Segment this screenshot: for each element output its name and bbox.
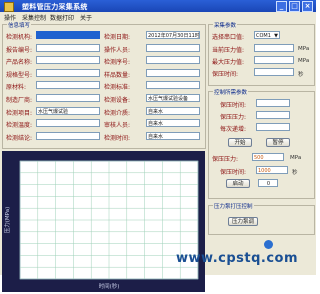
info-label-2-left: 产品名称: [6, 59, 33, 67]
info-label-4-right: 检测标准: [104, 84, 131, 92]
info-field-3-right[interactable] [146, 68, 200, 77]
port-label: 选择串口值: [212, 34, 245, 41]
chart-svg: 时间(秒) 压力(MPa) [3, 160, 199, 290]
info-label-5-right: 检测设备: [104, 97, 131, 104]
pressure-chart: 时间(秒) 压力(MPa) [2, 151, 205, 292]
info-field-4-left[interactable] [36, 81, 100, 90]
hold-time-label: 保压时间: [220, 169, 247, 176]
info-label-7-left: 检测温度: [6, 122, 33, 130]
pump-control-legend: 压力泵打压控制 [213, 202, 254, 210]
info-field-5-right[interactable]: 水压气爆试验设备 [146, 94, 200, 102]
info-label-6-left: 检测项目: [6, 109, 33, 117]
hold-pressure-unit: MPa [290, 155, 302, 161]
info-label-4-left: 原材料: [6, 84, 27, 92]
info-field-0-right[interactable]: 2012年07月30日11时06分 [146, 31, 200, 39]
info-field-7-right[interactable]: 自来水 [146, 119, 200, 128]
param-field-current[interactable] [254, 44, 294, 52]
main-area: 信息填写 采集参数 选择串口值: COM1 ▼ 当前压力值: MPa 最大压力值… [0, 21, 316, 292]
control-params-legend: 控制所需参数 [213, 88, 249, 96]
ctrl-label-0: 保压时间: [220, 102, 247, 109]
info-field-0-left[interactable] [36, 31, 100, 39]
info-field-1-left[interactable] [36, 43, 100, 52]
title-bar: 塑料管压力采集系统 _ □ × [0, 0, 316, 12]
hold-time-unit: 秒 [292, 170, 298, 176]
info-field-6-right[interactable]: 自来水 [146, 106, 200, 115]
hold-time-value: 1000 [258, 168, 271, 174]
info-field-5-left[interactable] [36, 94, 100, 102]
info-field-6-left[interactable]: 水压气爆试验 [36, 106, 100, 115]
info-label-1-left: 报告编号: [6, 46, 33, 54]
ctrl-label-1: 保压压力: [220, 114, 247, 121]
port-value: COM1 [256, 33, 271, 39]
ctrl-label-2: 每次递增: [220, 126, 247, 133]
param-field-hold[interactable] [254, 68, 294, 76]
close-button[interactable]: × [302, 1, 313, 12]
info-label-0-left: 检测机构: [6, 34, 33, 41]
x-axis-label: 时间(秒) [99, 282, 120, 290]
info-label-0-right: 检测日期: [104, 34, 131, 41]
pump-control-group: 压力泵打压控制 [208, 202, 315, 235]
minimize-button[interactable]: _ [276, 1, 287, 12]
info-field-3-left[interactable] [36, 68, 100, 77]
info-field-1-right[interactable] [146, 43, 200, 52]
param-label-hold: 保压时间: [212, 71, 239, 78]
info-label-2-right: 检测序号: [104, 59, 131, 67]
pump-button[interactable]: 压力泵调 [228, 217, 258, 226]
hold-pressure-value: 500 [254, 155, 264, 161]
ctrl-field-2[interactable] [256, 123, 290, 131]
app-icon [4, 2, 14, 12]
start-button[interactable]: 开始 [228, 138, 252, 147]
param-field-max[interactable] [254, 56, 294, 64]
launch-button[interactable]: 启动 [226, 179, 250, 188]
info-field-2-right[interactable] [146, 56, 200, 65]
param-label-current: 当前压力值: [212, 47, 245, 54]
chevron-down-icon: ▼ [274, 33, 278, 39]
param-unit-hold: 秒 [298, 72, 304, 78]
param-label-max: 最大压力值: [212, 59, 245, 66]
info-field-8-right[interactable]: 自来水 [146, 131, 200, 140]
globe-icon [264, 240, 273, 249]
window-title: 塑料管压力采集系统 [22, 3, 88, 11]
y-axis-label: 压力(MPa) [3, 207, 11, 233]
info-label-8-right: 检测时间: [104, 134, 131, 142]
param-unit-max: MPa [298, 58, 310, 64]
info-label-3-left: 规格型号: [6, 71, 33, 79]
info-label-1-right: 操作人员: [104, 46, 131, 54]
info-label-7-right: 审核人员: [104, 122, 131, 130]
info-field-4-right[interactable] [146, 81, 200, 90]
hold-pressure-label: 保压压力: [212, 156, 239, 163]
launch-value-field[interactable]: 0 [258, 179, 278, 187]
capture-params-legend: 采集参数 [213, 21, 238, 29]
info-field-2-left[interactable] [36, 56, 100, 65]
info-field-7-left[interactable] [36, 119, 100, 128]
info-label-3-right: 样品数量: [104, 71, 131, 79]
hold-time-field[interactable]: 1000 [256, 166, 288, 174]
pause-button[interactable]: 暂停 [266, 138, 290, 147]
info-group-legend: 信息填写 [7, 21, 32, 29]
info-field-8-left[interactable] [36, 131, 100, 140]
info-label-8-left: 检测结论: [6, 134, 33, 142]
info-label-5-left: 制造厂商: [6, 97, 33, 104]
maximize-button[interactable]: □ [289, 1, 300, 12]
port-select[interactable]: COM1 ▼ [254, 31, 280, 39]
param-unit-current: MPa [298, 46, 310, 52]
hold-pressure-field[interactable]: 500 [252, 153, 284, 161]
ctrl-field-1[interactable] [256, 111, 290, 119]
info-label-6-right: 检测介质: [104, 109, 131, 117]
ctrl-field-0[interactable] [256, 99, 290, 107]
watermark: www.cpstq.com [176, 251, 299, 266]
